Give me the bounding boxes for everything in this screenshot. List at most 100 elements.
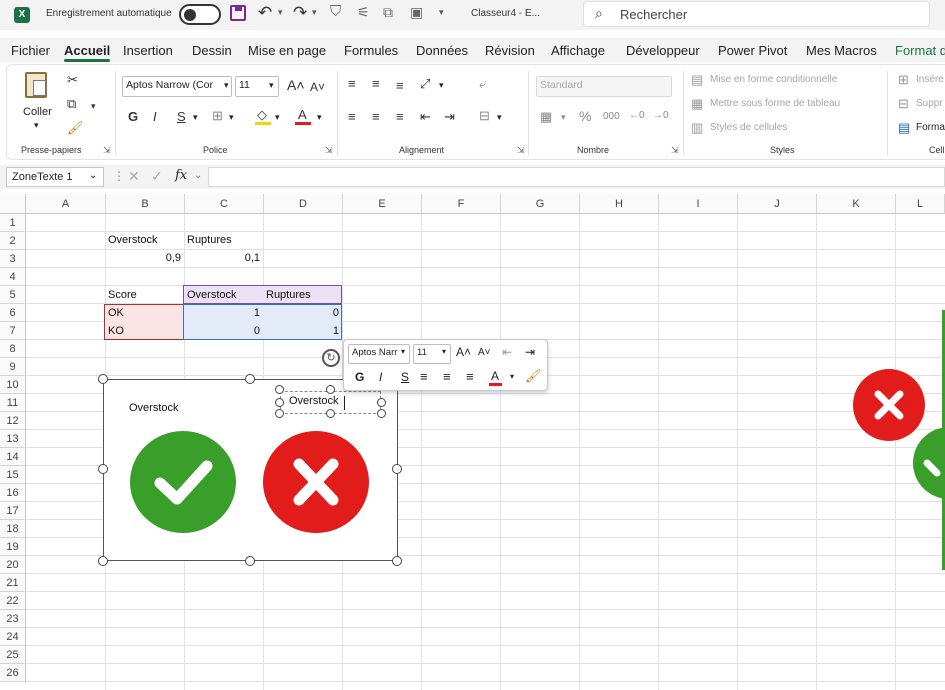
tab-fichier[interactable]: Fichier <box>11 43 50 58</box>
mini-decrease-indent-icon[interactable]: ⇤ <box>502 345 512 359</box>
row-header-4[interactable]: 4 <box>0 268 26 286</box>
delete-cells-button[interactable]: Suppr <box>916 98 943 109</box>
cell-c2[interactable]: Ruptures <box>184 232 263 249</box>
row-header-20[interactable]: 20 <box>0 556 26 574</box>
font-launcher-icon[interactable]: ⇲ <box>325 145 333 156</box>
row-header-23[interactable]: 23 <box>0 610 26 628</box>
row-header-24[interactable]: 24 <box>0 628 26 646</box>
formula-input[interactable] <box>208 167 945 187</box>
align-center-icon[interactable]: ≡ <box>372 110 380 124</box>
mini-underline-button[interactable]: S <box>401 370 409 384</box>
textbox-handle-ml[interactable] <box>275 398 284 407</box>
merge-dropdown-icon[interactable]: ▾ <box>497 112 502 123</box>
col-header-c[interactable]: C <box>185 194 264 214</box>
underline-dropdown-icon[interactable]: ▾ <box>193 112 198 123</box>
cell-b6[interactable]: OK <box>105 305 184 322</box>
row-header-10[interactable]: 10 <box>0 376 26 394</box>
filter-icon[interactable]: ⛉ <box>330 3 341 20</box>
number-format-select[interactable]: Standard <box>536 76 672 97</box>
fx-dropdown-icon[interactable]: ⌄ <box>194 170 202 181</box>
col-header-e[interactable]: E <box>343 194 422 214</box>
redo-dropdown-icon[interactable]: ▾ <box>312 7 317 18</box>
tab-mise-en-page[interactable]: Mise en page <box>248 43 326 58</box>
format-as-table-button[interactable]: Mettre sous forme de tableau <box>710 98 840 109</box>
row-header-2[interactable]: 2 <box>0 232 26 250</box>
italic-button[interactable]: I <box>153 110 157 124</box>
cell-c5[interactable]: Overstock <box>184 287 263 304</box>
tab-power-pivot[interactable]: Power Pivot <box>718 43 787 58</box>
row-header-18[interactable]: 18 <box>0 520 26 538</box>
row-header-17[interactable]: 17 <box>0 502 26 520</box>
borders-dropdown-icon[interactable]: ▾ <box>229 112 234 123</box>
align-left-icon[interactable]: ≡ <box>348 110 356 124</box>
col-header-a[interactable]: A <box>26 194 106 214</box>
orientation-dropdown-icon[interactable]: ▾ <box>439 80 444 91</box>
align-right-icon[interactable]: ≡ <box>396 110 404 124</box>
format-painter-qat-icon[interactable]: ⚟ <box>357 4 370 21</box>
screenshot-icon[interactable]: ⧉ <box>383 4 393 21</box>
row-header-14[interactable]: 14 <box>0 448 26 466</box>
row-header-16[interactable]: 16 <box>0 484 26 502</box>
paste-icon[interactable] <box>25 72 47 98</box>
mini-font-color-button[interactable]: A <box>491 369 499 383</box>
mini-decrease-font-icon[interactable]: A˅ <box>478 347 491 358</box>
row-header-5[interactable]: 5 <box>0 286 26 304</box>
decrease-indent-icon[interactable]: ⇤ <box>420 110 431 124</box>
col-header-g[interactable]: G <box>501 194 580 214</box>
increase-decimal-icon[interactable]: ←0 <box>629 109 645 123</box>
rotate-handle-icon[interactable]: ↻ <box>322 349 340 367</box>
cell-b7[interactable]: KO <box>105 323 184 340</box>
resize-handle-ml[interactable] <box>98 464 108 474</box>
col-header-j[interactable]: J <box>738 194 817 214</box>
borders-icon[interactable]: ⊞ <box>212 109 223 123</box>
cell-b3[interactable]: 0,9 <box>105 250 184 267</box>
row-header-13[interactable]: 13 <box>0 430 26 448</box>
align-bottom-icon[interactable]: ≡ <box>396 79 404 93</box>
decrease-decimal-icon[interactable]: →0 <box>653 109 669 123</box>
cell-c3[interactable]: 0,1 <box>184 250 263 267</box>
col-header-d[interactable]: D <box>264 194 343 214</box>
row-header-8[interactable]: 8 <box>0 340 26 358</box>
cell-d7[interactable]: 1 <box>263 323 342 340</box>
cell-b2[interactable]: Overstock <box>105 232 184 249</box>
currency-icon[interactable]: ▦ <box>540 110 552 124</box>
tab-formules[interactable]: Formules <box>344 43 398 58</box>
paste-label[interactable]: Coller <box>23 106 52 118</box>
cancel-entry-icon[interactable]: ✕ <box>128 168 140 185</box>
mini-align-right-icon[interactable]: ≡ <box>466 369 474 384</box>
cell-d5[interactable]: Ruptures <box>263 287 342 304</box>
row-header-12[interactable]: 12 <box>0 412 26 430</box>
tab-insertion[interactable]: Insertion <box>123 43 173 58</box>
row-header-3[interactable]: 3 <box>0 250 26 268</box>
col-header-f[interactable]: F <box>422 194 501 214</box>
increase-indent-icon[interactable]: ⇥ <box>444 110 455 124</box>
font-name-dropdown-icon[interactable]: ▾ <box>224 80 229 91</box>
textbox-handle-tm[interactable] <box>326 385 335 394</box>
underline-button[interactable]: S <box>177 110 186 124</box>
mini-font-color-dropdown-icon[interactable]: ▾ <box>510 372 514 381</box>
font-color-icon[interactable]: A <box>298 108 307 122</box>
undo-icon[interactable]: ↶ <box>258 3 272 23</box>
conditional-format-button[interactable]: Mise en forme conditionnelle <box>710 74 837 85</box>
format-painter-icon[interactable]: 🖌 <box>67 121 84 135</box>
merge-center-icon[interactable]: ⊟ <box>479 109 490 123</box>
row-header-9[interactable]: 9 <box>0 358 26 376</box>
bold-button[interactable]: G <box>128 110 138 124</box>
fill-color-icon[interactable]: ◇ <box>257 108 267 122</box>
search-box[interactable]: ⌕ Rechercher <box>583 1 930 27</box>
cell-b5[interactable]: Score <box>105 287 184 304</box>
increase-font-icon[interactable]: A˄ <box>287 78 305 92</box>
row-header-26[interactable]: 26 <box>0 664 26 682</box>
format-cells-button[interactable]: Forma <box>916 122 945 133</box>
confirm-entry-icon[interactable]: ✓ <box>151 168 163 185</box>
formula-bar-dots-icon[interactable]: ⋮ <box>113 169 125 183</box>
col-header-b[interactable]: B <box>106 194 185 214</box>
row-header-22[interactable]: 22 <box>0 592 26 610</box>
cell-c7[interactable]: 0 <box>184 323 263 340</box>
mini-increase-font-icon[interactable]: A˄ <box>456 345 471 359</box>
alignment-launcher-icon[interactable]: ⇲ <box>517 145 525 156</box>
mini-align-left-icon[interactable]: ≡ <box>420 369 428 384</box>
resize-handle-br[interactable] <box>392 556 402 566</box>
row-header-7[interactable]: 7 <box>0 322 26 340</box>
resize-handle-mr[interactable] <box>392 464 402 474</box>
